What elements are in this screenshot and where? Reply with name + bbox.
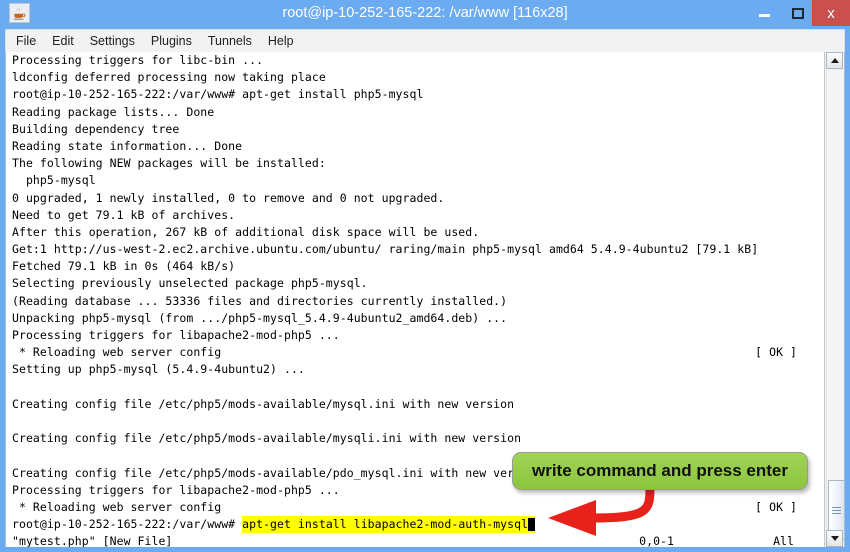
minimize-button[interactable] (749, 0, 779, 26)
terminal-prompt-line[interactable]: root@ip-10-252-165-222:/var/www# apt-get… (6, 516, 824, 534)
terminal-line: After this operation, 267 kB of addition… (6, 224, 824, 241)
terminal-line: Reading package lists... Done (6, 104, 824, 121)
terminal-line: root@ip-10-252-165-222:/var/www# apt-get… (6, 86, 824, 103)
terminal-line-text: Fetched 79.1 kB in 0s (464 kB/s) (12, 259, 236, 274)
terminal-line: (Reading database ... 53336 files and di… (6, 293, 824, 310)
terminal-line-text: Setting up php5-mysql (5.4.9-4ubuntu2) .… (12, 362, 305, 377)
terminal-line-text: Need to get 79.1 kB of archives. (12, 207, 236, 222)
java-coffee-cup-icon (9, 3, 30, 23)
terminal-line-text: Building dependency tree (12, 121, 180, 136)
scroll-down-arrow-icon (830, 536, 839, 541)
terminal-line-text: Reading state information... Done (12, 138, 243, 153)
menu-item-help[interactable]: Help (268, 32, 304, 50)
window-titlebar: root@ip-10-252-165-222: /var/www [116x28… (0, 0, 850, 26)
highlighted-command[interactable]: apt-get install libapache2-mod-auth-mysq… (242, 516, 536, 534)
terminal-window: root@ip-10-252-165-222: /var/www [116x28… (0, 0, 850, 552)
menu-item-plugins[interactable]: Plugins (151, 32, 202, 50)
terminal-line: Building dependency tree (6, 121, 824, 138)
vim-status-line: "mytest.php" [New File] 0,0-1 All (6, 533, 824, 547)
terminal-line: Get:1 http://us-west-2.ec2.archive.ubunt… (6, 241, 824, 258)
terminal-line: Unpacking php5-mysql (from .../php5-mysq… (6, 310, 824, 327)
terminal-line-text: After this operation, 267 kB of addition… (12, 224, 480, 239)
menu-item-edit[interactable]: Edit (52, 32, 84, 50)
terminal-line-text: Get:1 http://us-west-2.ec2.archive.ubunt… (12, 242, 759, 257)
annotation-callout-text: write command and press enter (531, 461, 789, 480)
screenshot-root: root@ip-10-252-165-222: /var/www [116x28… (0, 0, 850, 552)
terminal-status-ok: [ OK ] (755, 345, 797, 360)
terminal-line-text: (Reading database ... 53336 files and di… (12, 293, 508, 308)
terminal-line-text: Reading package lists... Done (12, 104, 215, 119)
close-button[interactable]: x (812, 0, 850, 26)
terminal-line-text: Creating config file /etc/php5/mods-avai… (12, 396, 515, 411)
maximize-button[interactable] (783, 0, 813, 26)
terminal-line-text: Processing triggers for libc-bin ... (12, 53, 264, 67)
terminal-line: ldconfig deferred processing now taking … (6, 69, 824, 86)
minimize-icon (758, 14, 770, 17)
terminal-status-ok: [ OK ] (755, 499, 797, 514)
terminal-line: Creating config file /etc/php5/mods-avai… (6, 430, 824, 447)
menu-item-settings[interactable]: Settings (90, 32, 145, 50)
terminal-line-text: Creating config file /etc/php5/mods-avai… (12, 465, 542, 480)
terminal-line-text: root@ip-10-252-165-222:/var/www# apt-get… (12, 87, 424, 102)
terminal-line-text: 0 upgraded, 1 newly installed, 0 to remo… (12, 190, 445, 205)
maximize-icon (792, 7, 804, 19)
terminal-line-text: Creating config file /etc/php5/mods-avai… (12, 431, 522, 446)
block-cursor (528, 518, 536, 532)
terminal-line: Reading state information... Done (6, 138, 824, 155)
terminal-line: Setting up php5-mysql (5.4.9-4ubuntu2) .… (6, 361, 824, 378)
terminal-line-text: * Reloading web server config (12, 499, 222, 514)
terminal-line: Fetched 79.1 kB in 0s (464 kB/s) (6, 258, 824, 275)
terminal-line: Processing triggers for libc-bin ... (6, 52, 824, 69)
annotation-callout: write command and press enter (512, 452, 808, 490)
terminal-line: * Reloading web server config [ OK ] (6, 344, 824, 361)
scroll-up-arrow-icon (830, 58, 839, 63)
terminal-line: Selecting previously unselected package … (6, 275, 824, 292)
menu-item-file[interactable]: File (16, 32, 46, 50)
terminal-line: php5-mysql (6, 172, 824, 189)
terminal-line-text: Selecting previously unselected package … (12, 276, 368, 291)
terminal-line: Processing triggers for libapache2-mod-p… (6, 327, 824, 344)
terminal-scrollbar[interactable] (824, 52, 844, 547)
terminal-line-text: php5-mysql (12, 173, 96, 188)
vim-cursor-position: 0,0-1 (639, 534, 674, 547)
shell-prompt: root@ip-10-252-165-222:/var/www# (12, 517, 243, 532)
scroll-up-button[interactable] (826, 52, 843, 69)
vim-view-indicator: All (773, 534, 794, 547)
terminal-line: Creating config file /etc/php5/mods-avai… (6, 396, 824, 413)
terminal-line-text: * Reloading web server config (12, 345, 222, 360)
close-icon: x (827, 4, 835, 22)
menubar: File Edit Settings Plugins Tunnels Help (5, 29, 845, 52)
window-title: root@ip-10-252-165-222: /var/www [116x28… (282, 5, 568, 21)
terminal-line-text: Processing triggers for libapache2-mod-p… (12, 328, 340, 342)
terminal-line-text: The following NEW packages will be insta… (12, 156, 326, 171)
terminal-line-text: Unpacking php5-mysql (from .../php5-mysq… (12, 310, 508, 325)
scrollbar-grip-icon (832, 506, 841, 514)
terminal-line: The following NEW packages will be insta… (6, 155, 824, 172)
terminal-line-text: ldconfig deferred processing now taking … (12, 70, 326, 85)
terminal-line: 0 upgraded, 1 newly installed, 0 to remo… (6, 190, 824, 207)
command-text: apt-get install libapache2-mod-auth-mysq… (242, 517, 529, 532)
terminal-line: * Reloading web server config [ OK ] (6, 499, 824, 516)
scroll-down-button[interactable] (826, 530, 843, 547)
terminal-line-text: Processing triggers for libapache2-mod-p… (12, 482, 340, 497)
menu-item-tunnels[interactable]: Tunnels (208, 32, 262, 50)
scrollbar-track[interactable] (826, 70, 844, 540)
terminal-line: Need to get 79.1 kB of archives. (6, 207, 824, 224)
vim-file-status: "mytest.php" [New File] (12, 534, 173, 547)
